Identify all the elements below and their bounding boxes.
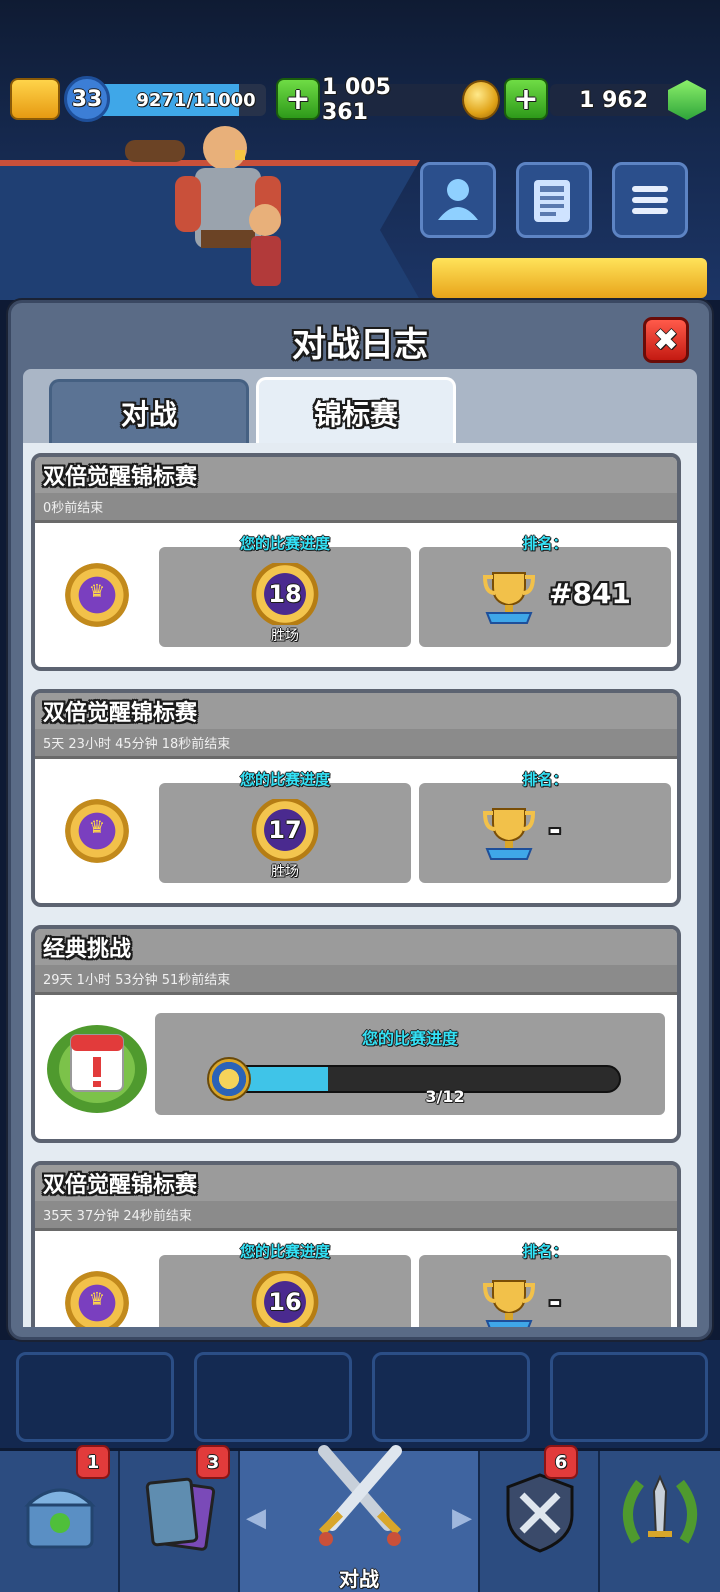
entry-body: ♛ 您的比赛进度 18 胜场 排名： #841 bbox=[35, 523, 677, 663]
entry-subtitle: 29天 1小时 53分钟 51秒前结束 bbox=[43, 973, 231, 988]
nav-battle-label: 对战 bbox=[339, 1567, 379, 1591]
cards-icon bbox=[145, 1477, 216, 1551]
progress-label: 您的比赛进度 bbox=[239, 770, 330, 789]
crown-icon: ♛ bbox=[88, 1289, 106, 1310]
log-entry[interactable]: 双倍觉醒锦标赛 5天 23小时 45分钟 18秒前结束 ♛ 您的比赛进度 17 … bbox=[31, 689, 681, 907]
tournament-log-list[interactable]: 双倍觉醒锦标赛 0秒前结束 ♛ 您的比赛进度 18 胜场 排名： #841 双倍… bbox=[23, 443, 697, 1327]
entry-title: 经典挑战 bbox=[43, 937, 132, 962]
calendar-icon bbox=[47, 1025, 147, 1113]
nav-cards[interactable]: 3 bbox=[120, 1445, 240, 1592]
tab-area: 对战 锦标赛 双倍觉醒锦标赛 0秒前结束 ♛ 您的比赛进度 18 胜场 排名： … bbox=[23, 369, 697, 1327]
crown-icon[interactable] bbox=[10, 78, 60, 120]
rank-label: 排名： bbox=[522, 1242, 568, 1261]
wins-badge: 18 bbox=[251, 563, 319, 625]
rank-box: 排名： - bbox=[419, 771, 671, 883]
xp-text: 9271/11000 bbox=[136, 89, 256, 111]
entry-subtitle: 5天 23小时 45分钟 18秒前结束 bbox=[43, 737, 231, 752]
wins-badge: 16 bbox=[251, 1271, 319, 1327]
close-icon[interactable]: ✖ bbox=[643, 317, 689, 363]
trophy-icon bbox=[483, 572, 535, 624]
crown-icon: ♛ bbox=[88, 581, 106, 602]
log-entry[interactable]: 经典挑战 29天 1小时 53分钟 51秒前结束 您的比赛进度 3/12 bbox=[31, 925, 681, 1143]
menu-icon bbox=[632, 186, 668, 214]
rank-box: 排名： - bbox=[419, 1243, 671, 1327]
gold-amount: 1 005 361 bbox=[322, 75, 482, 125]
right-arrow-icon[interactable]: ▶ bbox=[452, 1503, 472, 1533]
rank-label: 排名： bbox=[522, 534, 568, 553]
news-button[interactable] bbox=[516, 162, 592, 238]
swords-icon bbox=[318, 1445, 402, 1546]
entry-title: 双倍觉醒锦标赛 bbox=[43, 1173, 198, 1198]
trophy-icon bbox=[483, 1280, 535, 1327]
progress-box: 您的比赛进度 17 胜场 bbox=[159, 771, 411, 883]
entry-title: 双倍觉醒锦标赛 bbox=[43, 701, 198, 726]
tab-battle[interactable]: 对战 bbox=[49, 379, 249, 443]
tab-tournament[interactable]: 锦标赛 bbox=[256, 377, 456, 445]
nav-clan[interactable]: 6 bbox=[480, 1445, 600, 1592]
battle-log-modal: 对战日志 ✖ 对战 锦标赛 双倍觉醒锦标赛 0秒前结束 ♛ 您的比赛进度 18 bbox=[8, 300, 712, 1340]
deck-slot bbox=[550, 1352, 708, 1442]
progress-label: 您的比赛进度 bbox=[239, 1242, 330, 1261]
nav-badge: 1 bbox=[76, 1445, 110, 1479]
entry-body: 您的比赛进度 3/12 bbox=[35, 995, 677, 1135]
entry-header: 双倍觉醒锦标赛 0秒前结束 bbox=[35, 457, 677, 523]
entry-title: 双倍觉醒锦标赛 bbox=[43, 465, 198, 490]
left-arrow-icon[interactable]: ◀ bbox=[246, 1503, 266, 1533]
header-band bbox=[35, 929, 677, 965]
trophy-icon bbox=[483, 808, 535, 860]
crown-icon: ♛ bbox=[88, 817, 106, 838]
gold-banner bbox=[432, 258, 707, 298]
news-icon bbox=[534, 180, 570, 222]
wins-label: 胜场 bbox=[271, 628, 299, 644]
progress-box: 您的比赛进度 16 胜场 bbox=[159, 1243, 411, 1327]
nav-badge: 6 bbox=[544, 1445, 578, 1479]
rank-value: - bbox=[549, 1285, 561, 1318]
progress-label: 您的比赛进度 bbox=[239, 534, 330, 553]
menu-button[interactable] bbox=[612, 162, 688, 238]
entry-body: ♛ 您的比赛进度 17 胜场 排名： - bbox=[35, 759, 677, 899]
deck-slot bbox=[372, 1352, 530, 1442]
entry-subtitle: 35天 37分钟 24秒前结束 bbox=[43, 1209, 192, 1224]
laurel-icon bbox=[622, 1474, 698, 1544]
buy-gold-plus-icon[interactable]: + bbox=[276, 78, 320, 120]
hero-character-art bbox=[125, 126, 281, 286]
entry-header: 经典挑战 29天 1小时 53分钟 51秒前结束 bbox=[35, 929, 677, 995]
progress-label: 您的比赛进度 bbox=[361, 1029, 458, 1048]
rank-value: #841 bbox=[549, 577, 631, 610]
clan-icon bbox=[506, 1473, 574, 1553]
nav-battle[interactable]: ◀ ▶ 对战 bbox=[240, 1445, 480, 1592]
chest-icon bbox=[24, 1488, 96, 1549]
rank-box: 排名： #841 bbox=[419, 535, 671, 647]
wins-badge: 17 bbox=[251, 799, 319, 861]
resource-bar: 33 9271/11000 + 1 005 361 + 1 962 bbox=[0, 75, 720, 125]
xp-bar[interactable]: 9271/11000 bbox=[96, 84, 266, 116]
entry-header: 双倍觉醒锦标赛 35天 37分钟 24秒前结束 bbox=[35, 1165, 677, 1231]
friends-button[interactable] bbox=[420, 162, 496, 238]
gem-amount: 1 962 bbox=[550, 84, 688, 116]
rank-value: - bbox=[549, 813, 561, 846]
bottom-navigation: 1 3 ◀ ▶ 对战 6 bbox=[0, 1445, 720, 1592]
progress-box: 您的比赛进度 18 胜场 bbox=[159, 535, 411, 647]
challenge-progress-box: 您的比赛进度 3/12 bbox=[155, 1013, 665, 1115]
level-badge[interactable]: 33 bbox=[64, 76, 110, 122]
modal-title: 对战日志 bbox=[292, 325, 428, 365]
friends-icon bbox=[438, 179, 478, 220]
log-entry[interactable]: 双倍觉醒锦标赛 0秒前结束 ♛ 您的比赛进度 18 胜场 排名： #841 bbox=[31, 453, 681, 671]
entry-body: ♛ 您的比赛进度 16 胜场 排名： bbox=[35, 1231, 677, 1327]
deck-slot bbox=[16, 1352, 174, 1442]
rank-label: 排名： bbox=[522, 770, 568, 789]
buy-gems-plus-icon[interactable]: + bbox=[504, 78, 548, 120]
entry-subtitle: 0秒前结束 bbox=[43, 501, 104, 516]
nav-badge: 3 bbox=[196, 1445, 230, 1479]
nav-events[interactable] bbox=[600, 1451, 720, 1592]
challenge-progress-text: 3/12 bbox=[425, 1087, 465, 1106]
nav-shop[interactable]: 1 bbox=[0, 1445, 120, 1592]
entry-header: 双倍觉醒锦标赛 5天 23小时 45分钟 18秒前结束 bbox=[35, 693, 677, 759]
wins-label: 胜场 bbox=[271, 864, 299, 880]
log-entry[interactable]: 双倍觉醒锦标赛 35天 37分钟 24秒前结束 ♛ 您的比赛进度 16 胜场 排… bbox=[31, 1161, 681, 1327]
deck-slot bbox=[194, 1352, 352, 1442]
gold-coin-icon bbox=[462, 80, 500, 120]
